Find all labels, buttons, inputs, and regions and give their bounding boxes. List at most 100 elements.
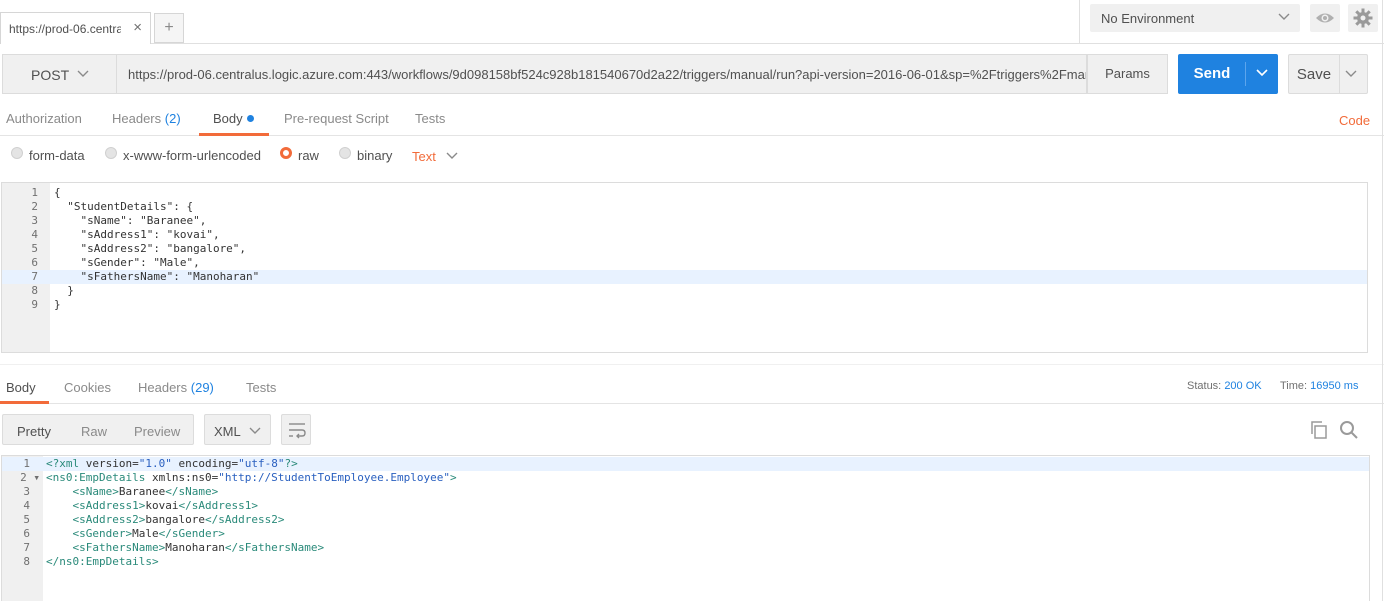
radio-binary[interactable] <box>339 147 351 159</box>
manage-environments-button[interactable] <box>1348 4 1378 32</box>
search-icon[interactable] <box>1339 420 1359 440</box>
code-text: { <box>54 186 61 199</box>
code-text: <sGender>Male</sGender> <box>72 527 225 540</box>
code-line: 6 <sGender>Male</sGender> <box>2 527 1369 541</box>
url-text: https://prod-06.centralus.logic.azure.co… <box>128 67 1086 82</box>
active-tab-indicator <box>0 401 49 404</box>
code-text: "sFathersName": "Manoharan" <box>54 270 260 283</box>
active-tab-indicator <box>199 133 269 136</box>
tab-headers[interactable]: Headers (2) <box>112 111 181 126</box>
chevron-down-icon[interactable] <box>1256 69 1268 77</box>
code-text: "sAddress2": "bangalore", <box>54 242 247 255</box>
divider <box>1339 55 1340 93</box>
code-text: "sName": "Baranee", <box>54 214 207 227</box>
radio-form-data[interactable] <box>11 147 23 159</box>
eye-icon <box>1316 13 1334 23</box>
environment-quick-look-button[interactable] <box>1310 4 1340 32</box>
code-line: 1{ <box>2 186 1367 200</box>
chevron-down-icon <box>249 427 261 434</box>
time-info: Time: 16950 ms <box>1280 380 1358 392</box>
status-info: Status: 200 OK <box>1187 380 1262 392</box>
radio-urlencoded[interactable] <box>105 147 117 159</box>
modified-dot <box>246 115 254 122</box>
code-text: <?xml version="1.0" encoding="utf-8"?> <box>46 457 298 470</box>
code-link[interactable]: Code <box>1339 113 1370 128</box>
body-type-options: form-data x-www-form-urlencoded raw bina… <box>0 145 1384 167</box>
time-label: Time: <box>1280 380 1308 392</box>
tab-body[interactable]: Body <box>213 111 254 126</box>
tab-body-label: Body <box>213 111 243 126</box>
code-line: 2 "StudentDetails": { <box>2 200 1367 214</box>
save-button[interactable]: Save <box>1288 54 1368 94</box>
chevron-down-icon <box>446 152 458 159</box>
code-line: 2 ▾ <ns0:EmpDetails xmlns:ns0="http://Stu… <box>2 471 1369 485</box>
line-number: 9 <box>31 298 38 311</box>
code-text: <sName>Baranee</sName> <box>72 485 219 498</box>
line-number: 3 <box>31 214 38 227</box>
code-line: 5 "sAddress2": "bangalore", <box>2 242 1367 256</box>
chevron-down-icon[interactable] <box>1345 70 1357 78</box>
code-text: "sGender": "Male", <box>54 256 200 269</box>
line-number: 5 <box>23 513 30 526</box>
binary-label: binary <box>357 148 393 163</box>
window-edge <box>1382 0 1383 601</box>
url-input[interactable]: https://prod-06.centralus.logic.azure.co… <box>117 54 1087 94</box>
wrap-lines-button[interactable] <box>281 414 311 445</box>
urlencoded-label: x-www-form-urlencoded <box>123 148 261 163</box>
params-button[interactable]: Params <box>1087 54 1168 94</box>
tab-response-body[interactable]: Body <box>6 380 36 395</box>
radio-raw[interactable] <box>280 147 292 159</box>
status-value: 200 OK <box>1224 380 1262 392</box>
line-number: 2 ▾ <box>20 471 40 484</box>
response-tabs: Body Cookies Headers (29) Tests Status: … <box>0 364 1384 404</box>
tab-prerequest-script[interactable]: Pre-request Script <box>284 111 389 126</box>
request-tab[interactable]: https://prod-06.centralus × <box>0 12 151 44</box>
copy-icon[interactable] <box>1309 420 1329 440</box>
response-body-viewer[interactable]: 1 <?xml version="1.0" encoding="utf-8"?> 2… <box>1 455 1370 601</box>
line-number: 1 <box>23 457 30 470</box>
response-format-select[interactable]: XML <box>204 414 271 445</box>
method-select[interactable]: POST <box>2 54 117 94</box>
line-number: 6 <box>31 256 38 269</box>
request-body-editor[interactable]: 1{2 "StudentDetails": {3 "sName": "Baran… <box>1 182 1368 353</box>
response-headers-count-badge: (29) <box>190 380 214 395</box>
code-line: 5 <sAddress2>bangalore</sAddress2> <box>2 513 1369 527</box>
tab-tests[interactable]: Tests <box>415 111 445 126</box>
request-tab-label: https://prod-06.centralus <box>9 22 121 36</box>
raw-label: raw <box>298 148 319 163</box>
code-line: 8 </ns0:EmpDetails> <box>2 555 1369 569</box>
line-number: 7 <box>23 541 30 554</box>
tab-response-headers-label: Headers <box>138 380 188 395</box>
code-line: 6 "sGender": "Male", <box>2 256 1367 270</box>
send-button[interactable]: Send <box>1178 54 1278 94</box>
close-icon[interactable]: × <box>133 19 142 36</box>
code-text: "sAddress1": "kovai", <box>54 228 220 241</box>
time-value: 16950 ms <box>1310 380 1359 392</box>
code-line: 7 "sFathersName": "Manoharan" <box>2 270 1367 284</box>
tab-authorization[interactable]: Authorization <box>6 111 82 126</box>
code-text: <sAddress1>kovai</sAddress1> <box>72 499 258 512</box>
body-format-select[interactable]: Text <box>412 149 458 164</box>
tab-cookies[interactable]: Cookies <box>64 380 111 395</box>
line-number: 5 <box>31 242 38 255</box>
request-tabs: Authorization Headers (2) Body Pre-reque… <box>0 101 1384 136</box>
view-pretty-button[interactable]: Pretty <box>17 424 51 439</box>
chevron-down-icon <box>77 70 89 77</box>
send-label: Send <box>1193 65 1231 82</box>
line-number: 4 <box>31 228 38 241</box>
environment-select[interactable]: No Environment <box>1090 4 1300 32</box>
code-text: <sFathersName>Manoharan</sFathersName> <box>72 541 325 554</box>
line-number: 1 <box>31 186 38 199</box>
code-text: <sAddress2>bangalore</sAddress2> <box>72 513 285 526</box>
code-text: <ns0:EmpDetails xmlns:ns0="http://Studen… <box>46 471 457 484</box>
divider <box>1079 0 1080 44</box>
divider <box>1245 62 1246 86</box>
view-raw-button[interactable]: Raw <box>81 424 107 439</box>
code-line: 7 <sFathersName>Manoharan</sFathersName> <box>2 541 1369 555</box>
new-tab-button[interactable]: + <box>154 13 184 43</box>
view-preview-button[interactable]: Preview <box>134 424 180 439</box>
tab-test-results[interactable]: Tests <box>246 380 276 395</box>
tab-response-headers[interactable]: Headers (29) <box>138 380 214 395</box>
form-data-label: form-data <box>29 148 85 163</box>
gear-icon <box>1353 8 1373 28</box>
